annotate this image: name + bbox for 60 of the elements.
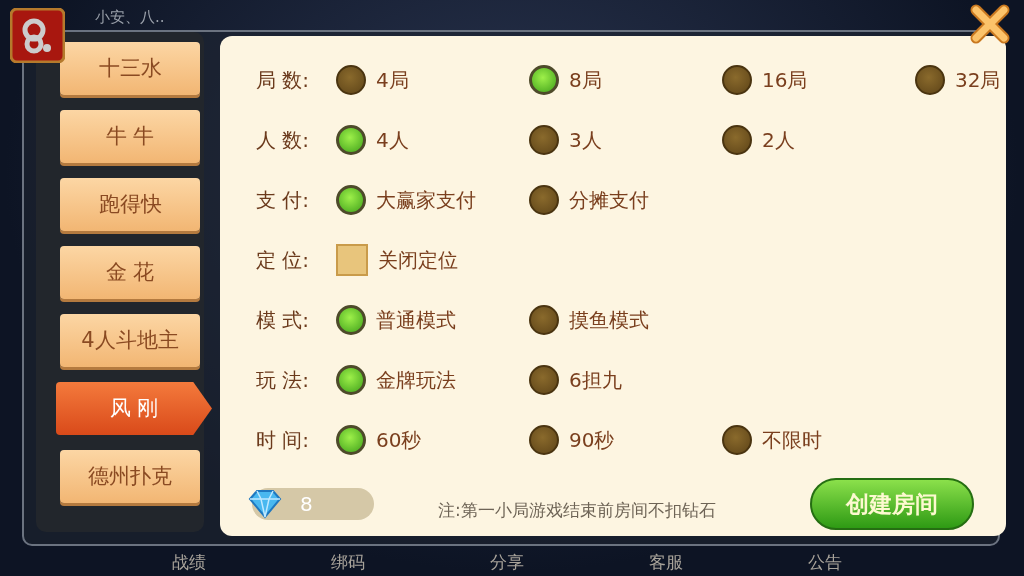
option-label: 普通模式 [376, 307, 456, 334]
player-name: 小安、八.. [95, 7, 165, 28]
option-label: 关闭定位 [378, 247, 458, 274]
game-tab[interactable]: 金 花 [60, 246, 200, 299]
radio-button[interactable] [722, 65, 752, 95]
radio-button[interactable] [529, 365, 559, 395]
setting-label: 支 付: [256, 187, 311, 214]
bottom-menu-label[interactable]: 分享 [490, 550, 524, 576]
radio-button[interactable] [336, 425, 366, 455]
radio-button[interactable] [722, 125, 752, 155]
radio-button[interactable] [529, 125, 559, 155]
option-label: 金牌玩法 [376, 367, 456, 394]
option-label: 2人 [762, 127, 795, 154]
radio-button[interactable] [336, 125, 366, 155]
option-label: 3人 [569, 127, 602, 154]
option-label: 90秒 [569, 427, 615, 454]
game-tab[interactable]: 风 刚 [56, 382, 212, 435]
bottom-menu-label[interactable]: 客服 [648, 550, 683, 576]
setting-label: 玩 法: [256, 367, 311, 394]
radio-button[interactable] [722, 425, 752, 455]
radio-button[interactable] [529, 65, 559, 95]
diamond-icon [248, 489, 282, 519]
option-label: 分摊支付 [569, 187, 649, 214]
option-label: 6担九 [569, 367, 622, 394]
setting-label: 定 位: [256, 247, 311, 274]
note-text: 注:第一小局游戏结束前房间不扣钻石 [438, 499, 716, 523]
setting-label: 人 数: [256, 127, 311, 154]
radio-button[interactable] [336, 65, 366, 95]
bottom-menu-label[interactable]: 绑码 [331, 550, 366, 576]
checkbox[interactable] [336, 244, 368, 276]
option-label: 4人 [376, 127, 409, 154]
radio-button[interactable] [529, 305, 559, 335]
option-label: 60秒 [376, 427, 422, 454]
game-tab[interactable]: 跑得快 [60, 178, 200, 231]
setting-label: 局 数: [256, 67, 311, 94]
close-icon[interactable] [968, 4, 1012, 44]
create-room-button[interactable]: 创建房间 [810, 478, 975, 530]
setting-label: 模 式: [256, 307, 311, 334]
option-label: 8局 [569, 67, 602, 94]
radio-button[interactable] [915, 65, 945, 95]
game-logo-icon[interactable] [10, 8, 65, 63]
option-label: 16局 [762, 67, 808, 94]
radio-button[interactable] [336, 185, 366, 215]
game-tab[interactable]: 十三水 [60, 42, 200, 95]
option-label: 4局 [376, 67, 409, 94]
radio-button[interactable] [336, 305, 366, 335]
setting-label: 时 间: [256, 427, 311, 454]
option-label: 摸鱼模式 [569, 307, 649, 334]
diamond-count: 8 [300, 491, 313, 518]
radio-button[interactable] [529, 185, 559, 215]
game-tab[interactable]: 4人斗地主 [60, 314, 200, 367]
radio-button[interactable] [336, 365, 366, 395]
bottom-menu-label[interactable]: 公告 [807, 550, 842, 576]
option-label: 大赢家支付 [376, 187, 476, 214]
option-label: 32局 [955, 67, 1001, 94]
game-tab[interactable]: 德州扑克 [60, 450, 200, 503]
bottom-menu-label[interactable]: 战绩 [172, 550, 207, 576]
radio-button[interactable] [529, 425, 559, 455]
option-label: 不限时 [762, 427, 822, 454]
game-tab[interactable]: 牛 牛 [60, 110, 200, 163]
